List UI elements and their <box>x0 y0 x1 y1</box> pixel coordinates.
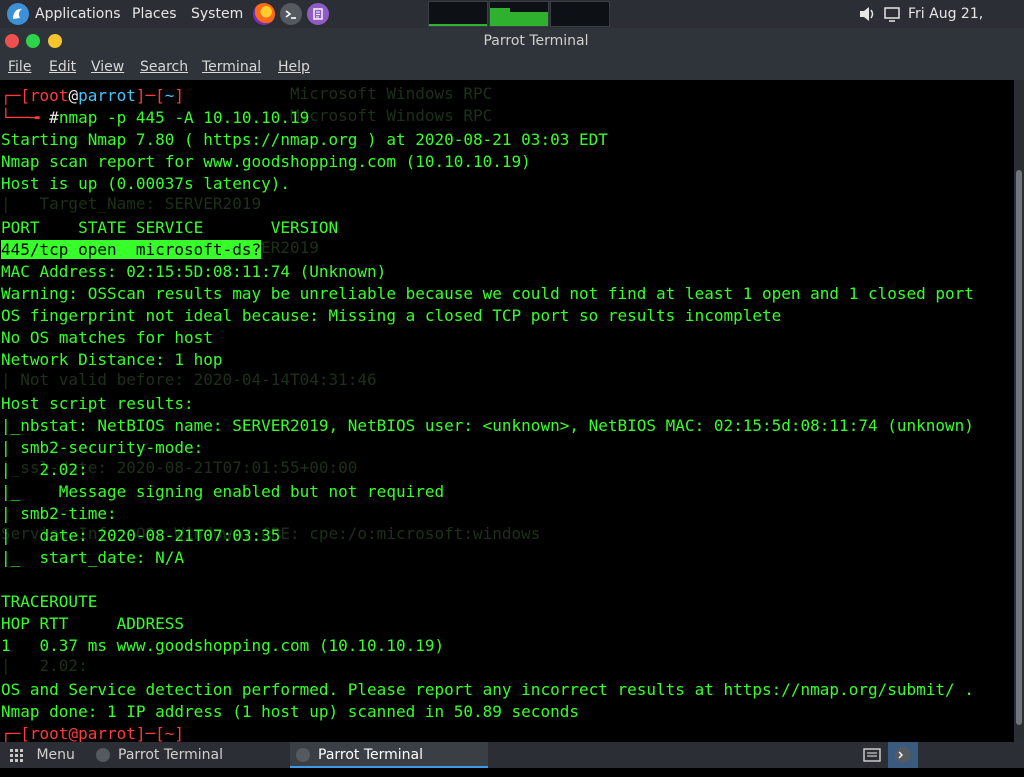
output-line: HOP RTT ADDRESS <box>1 614 185 633</box>
ghost-text: | Target_Name: SERVER2019 <box>1 194 262 213</box>
memory-monitor <box>489 1 549 27</box>
places-menu[interactable]: Places <box>132 0 177 28</box>
output-line: |_ Message signing enabled but not requi… <box>1 482 445 501</box>
text-editor-icon[interactable] <box>307 3 329 25</box>
output-line: Host script results: <box>1 394 194 413</box>
output-line: Nmap done: 1 IP address (1 host up) scan… <box>1 702 579 721</box>
output-line: No OS matches for host <box>1 328 213 347</box>
output-line: OS and Service detection performed. Plea… <box>1 680 974 699</box>
ghost-text: | Not valid before: 2020-04-14T04:31:46 <box>1 370 377 389</box>
tray-keyboard-icon[interactable] <box>862 742 882 768</box>
output-line: TRACEROUTE <box>1 592 98 611</box>
menu-terminal[interactable]: Terminal <box>202 54 261 80</box>
output-line: | smb2-security-mode: <box>1 438 204 457</box>
clock[interactable]: Fri Aug 21, 03:04 <box>908 0 1024 50</box>
menu-search[interactable]: Search <box>140 54 188 80</box>
output-line: Network Distance: 1 hop <box>1 350 223 369</box>
selected-port-line[interactable]: 445/tcp open microsoft-ds? <box>1 240 262 259</box>
terminal-launcher-icon[interactable] <box>280 3 302 25</box>
prompt-line: ┌─[root@parrot]─[~] <box>1 86 185 105</box>
output-line: Nmap scan report for www.goodshopping.co… <box>1 152 531 171</box>
display-icon[interactable] <box>883 0 901 28</box>
applications-menu[interactable]: Applications <box>35 0 121 28</box>
terminal-output[interactable]: Microsoft Windows RPC Microsoft Windows … <box>0 80 1014 742</box>
tray-terminal-icon[interactable] <box>888 742 918 768</box>
output-line: Warning: OSScan results may be unreliabl… <box>1 284 974 303</box>
prompt-line: ┌─[root@parrot]─[~] <box>1 724 185 742</box>
top-panel: Applications Places System Fri Aug 21, 0… <box>0 0 1024 50</box>
grid-icon <box>10 749 23 762</box>
output-line: |_ start_date: N/A <box>1 548 185 567</box>
ghost-text: Microsoft Windows RPC <box>290 84 493 103</box>
command-line: └──╼ #nmap -p 445 -A 10.10.10.19 <box>1 108 310 127</box>
output-line: MAC Address: 02:15:5D:08:11:74 (Unknown) <box>1 262 387 281</box>
menu-bar: File Edit View Search Terminal Help <box>0 54 1024 80</box>
menu-help[interactable]: Help <box>278 54 310 80</box>
window-titlebar[interactable]: Parrot Terminal <box>0 28 1024 54</box>
output-line: PORT STATE SERVICE VERSION <box>1 218 339 237</box>
volume-icon[interactable] <box>858 0 876 28</box>
output-line: |_nbstat: NetBIOS name: SERVER2019, NetB… <box>1 416 974 435</box>
output-line: | date: 2020-08-21T07:03:35 <box>1 526 281 545</box>
scrollbar-thumb[interactable] <box>1016 170 1022 725</box>
menu-button[interactable]: Menu <box>8 742 75 768</box>
task-parrot-terminal-2[interactable]: Parrot Terminal <box>290 742 488 768</box>
terminal-icon <box>296 748 310 762</box>
output-line: | smb2-time: <box>1 504 117 523</box>
terminal-scrollbar[interactable] <box>1014 80 1024 742</box>
cpu-monitor <box>428 1 488 27</box>
task-parrot-terminal-1[interactable]: Parrot Terminal <box>96 742 286 768</box>
output-line: | 2.02: <box>1 460 88 479</box>
bottom-taskbar: Menu Parrot Terminal Parrot Terminal <box>0 742 1024 768</box>
menu-file[interactable]: File <box>8 54 31 80</box>
ghost-text: Microsoft Windows RPC <box>290 106 493 125</box>
window-title: Parrot Terminal <box>483 33 589 49</box>
output-line: Host is up (0.00037s latency). <box>1 174 290 193</box>
output-line: 1 0.37 ms www.goodshopping.com (10.10.10… <box>1 636 445 655</box>
network-monitor <box>550 1 610 27</box>
menu-edit[interactable]: Edit <box>49 54 76 80</box>
ghost-text: | 2.02: <box>1 656 88 675</box>
output-line: OS fingerprint not ideal because: Missin… <box>1 306 782 325</box>
terminal-icon <box>96 748 110 762</box>
firefox-icon[interactable] <box>253 3 275 25</box>
system-menu[interactable]: System <box>191 0 243 28</box>
menu-view[interactable]: View <box>91 54 124 80</box>
output-line: Starting Nmap 7.80 ( https://nmap.org ) … <box>1 130 608 149</box>
output-line: 445/tcp open microsoft-ds? <box>1 239 262 261</box>
parrot-logo-icon[interactable] <box>7 3 29 25</box>
